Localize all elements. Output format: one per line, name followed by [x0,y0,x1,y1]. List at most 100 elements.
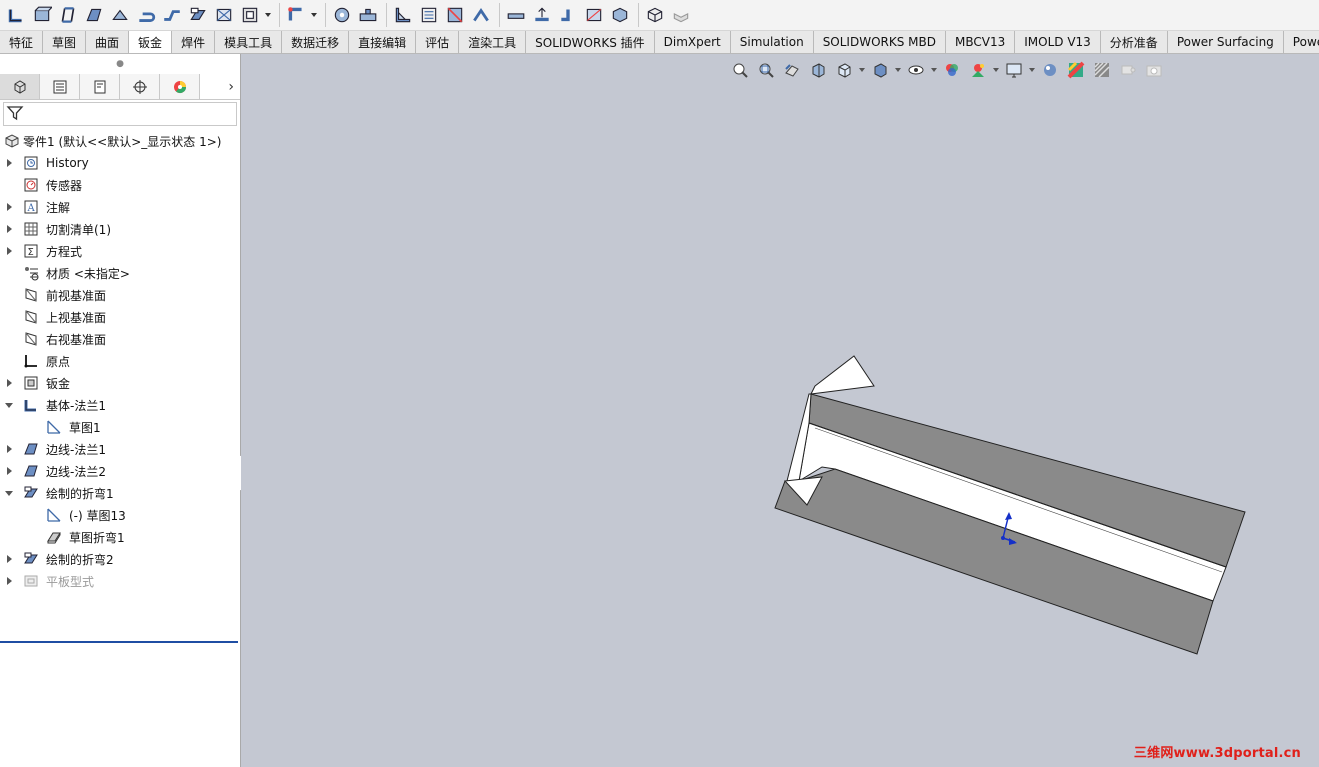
tree-item[interactable]: 草图折弯1 [0,526,240,548]
unfold-icon[interactable] [530,3,554,27]
tree-item[interactable]: (-) 草图13 [0,504,240,526]
tree-item[interactable]: 边线-法兰1 [0,438,240,460]
tab-7[interactable]: 直接编辑 [349,31,417,53]
tree-item-label: (-) 草图13 [69,508,126,523]
tab-18[interactable]: Power Su [1284,31,1319,53]
no-bends-icon[interactable] [582,3,606,27]
rollback-bar[interactable] [0,641,238,643]
tab-slot-icon[interactable] [356,3,380,27]
tree-item[interactable]: 右视基准面 [0,328,240,350]
tree-item-label: 绘制的折弯1 [46,486,114,501]
dimxpertmanager-icon[interactable] [120,74,160,99]
miter-flange-icon[interactable] [108,3,132,27]
tab-13[interactable]: SOLIDWORKS MBD [814,31,946,53]
chevron-down-icon[interactable] [264,3,272,27]
tree-item[interactable]: 绘制的折弯1 [0,482,240,504]
gusset-icon[interactable] [391,3,415,27]
tree-item[interactable]: 前视基准面 [0,284,240,306]
expand-arrow-icon[interactable] [3,201,15,213]
filter-icon[interactable] [6,104,24,125]
tab-12[interactable]: Simulation [731,31,814,53]
tab-5[interactable]: 模具工具 [215,31,283,53]
tree-item[interactable]: 上视基准面 [0,306,240,328]
jog-icon[interactable] [160,3,184,27]
expand-arrow-icon[interactable] [3,443,15,455]
propertymanager-icon[interactable] [40,74,80,99]
tree-item[interactable]: A 注解 [0,196,240,218]
convert-to-sheet-metal-icon[interactable] [30,3,54,27]
filter-box[interactable] [3,102,237,126]
tree-item[interactable]: 材质 <未指定> [0,262,240,284]
hem-icon[interactable] [134,3,158,27]
tree-item-label: 基体-法兰1 [46,398,106,413]
tab-3[interactable]: 钣金 [129,31,173,53]
plane-icon [22,330,40,348]
tree-item[interactable]: 草图1 [0,416,240,438]
sensor-icon [22,176,40,194]
tree-item-label: 边线-法兰2 [46,464,106,479]
tree-item[interactable]: 切割清单(1) [0,218,240,240]
sheet-metal-part-model[interactable] [241,54,1319,767]
panel-grip[interactable]: ● [0,54,240,74]
tab-4[interactable]: 焊件 [172,31,216,53]
forming-tool-icon[interactable] [330,3,354,27]
insert-bends-icon[interactable] [469,3,493,27]
collapse-arrow-icon[interactable] [3,399,15,411]
tree-item-label: 切割清单(1) [46,222,111,237]
lofted-bend-icon[interactable] [56,3,80,27]
tree-item[interactable]: 基体-法兰1 [0,394,240,416]
expand-arrow-icon[interactable] [3,245,15,257]
tree-item[interactable]: 原点 [0,350,240,372]
base-flange-icon[interactable] [4,3,28,27]
corner-icon[interactable] [284,3,308,27]
tab-9[interactable]: 渲染工具 [459,31,527,53]
tab-17[interactable]: Power Surfacing [1168,31,1284,53]
tab-14[interactable]: MBCV13 [946,31,1016,53]
tree-item[interactable]: 传感器 [0,174,240,196]
tab-1[interactable]: 草图 [43,31,87,53]
tab-11[interactable]: DimXpert [655,31,731,53]
tab-16[interactable]: 分析准备 [1101,31,1168,53]
rip-icon[interactable] [443,3,467,27]
tree-item[interactable]: Σ 方程式 [0,240,240,262]
expand-arrow-icon[interactable] [3,377,15,389]
expand-arrow-icon[interactable] [3,223,15,235]
tab-15[interactable]: IMOLD V13 [1015,31,1101,53]
tab-10[interactable]: SOLIDWORKS 插件 [526,31,655,53]
expand-arrow-icon[interactable] [3,157,15,169]
expand-arrow-icon[interactable] [3,553,15,565]
tree-root[interactable]: 零件1 (默认<<默认>_显示状态 1>) [0,130,240,152]
tab-8[interactable]: 评估 [416,31,460,53]
tree-item[interactable]: 钣金 [0,372,240,394]
vent-icon[interactable] [417,3,441,27]
edge-flange-icon[interactable] [82,3,106,27]
extruded-cut-icon[interactable] [238,3,262,27]
tree-item[interactable]: 绘制的折弯2 [0,548,240,570]
displaymanager-icon[interactable] [160,74,200,99]
tree-item-label: 方程式 [46,244,83,259]
flatten-icon[interactable] [504,3,528,27]
tree-item[interactable]: 平板型式 [0,570,240,592]
graphics-area[interactable]: 三维网www.3dportal.cn [241,54,1319,767]
solid-to-sheet-icon[interactable] [608,3,632,27]
panel-more-button[interactable]: › [228,79,234,95]
tree-item-label: 草图1 [69,420,101,435]
configurationmanager-icon[interactable] [80,74,120,99]
tree-item[interactable]: 边线-法兰2 [0,460,240,482]
sheet-metal-icon[interactable] [643,3,667,27]
collapse-arrow-icon[interactable] [3,487,15,499]
tree-item-label: 原点 [46,354,71,369]
flatten-grey-icon[interactable] [669,3,693,27]
chevron-down-icon[interactable] [310,3,318,27]
expand-arrow-icon[interactable] [3,575,15,587]
sketched-bend-icon[interactable] [186,3,210,27]
tab-2[interactable]: 曲面 [86,31,130,53]
fold-icon[interactable] [556,3,580,27]
featuremanager-icon[interactable] [0,74,40,99]
origin-icon [22,352,40,370]
expand-arrow-icon[interactable] [3,465,15,477]
tree-item[interactable]: History [0,152,240,174]
cross-break-icon[interactable] [212,3,236,27]
tab-6[interactable]: 数据迁移 [282,31,350,53]
tab-0[interactable]: 特征 [0,31,44,53]
